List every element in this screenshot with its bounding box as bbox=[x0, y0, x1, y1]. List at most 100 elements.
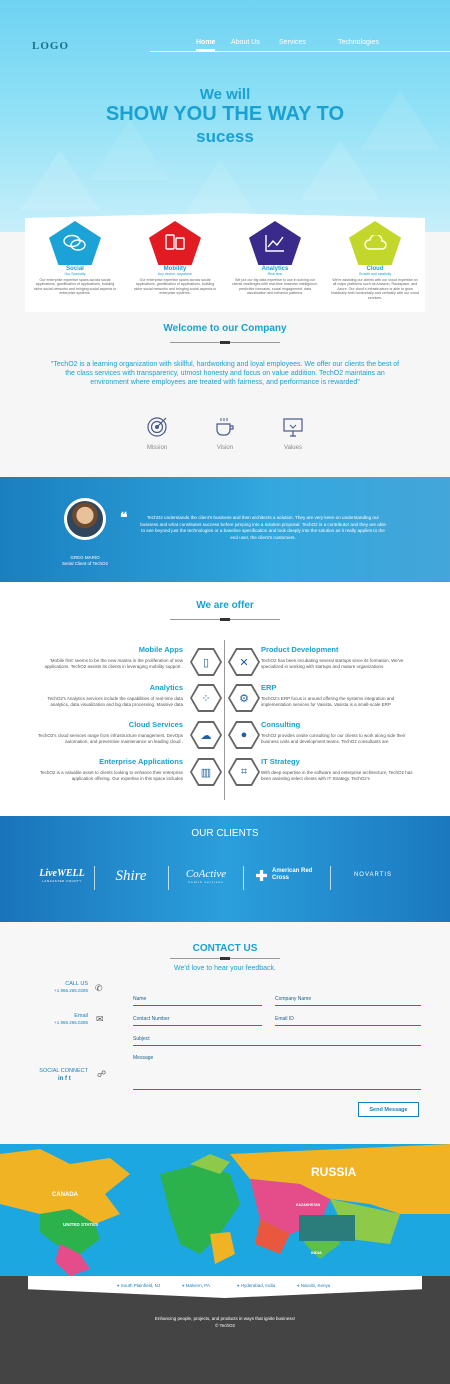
offer-right-text: TechO2's ERP focus is around offering th… bbox=[261, 696, 395, 707]
nav-about[interactable]: About Us bbox=[231, 39, 260, 46]
offer-timeline bbox=[224, 640, 225, 800]
coffee-cup-icon bbox=[205, 416, 245, 438]
location-label: Malvern, PA bbox=[185, 1283, 210, 1288]
speech-bubbles-icon: ● bbox=[230, 723, 258, 747]
offer-left-title: Mobile Apps bbox=[138, 645, 183, 654]
hero-line-2: SHOW YOU THE WAY TO bbox=[105, 103, 345, 125]
social-label: SOCIAL CONNECT bbox=[39, 1068, 88, 1074]
map-label-kazakhstan: KAZAKHSTAN bbox=[296, 1203, 321, 1207]
name-field[interactable]: Name bbox=[133, 996, 262, 1006]
clouds-icon: ☁ bbox=[192, 723, 220, 747]
offer-title: We are offer bbox=[196, 600, 254, 611]
offer-left-text: TechO2 is a valuable asset to clients lo… bbox=[39, 770, 183, 781]
footer-copyright: © TechO2 bbox=[215, 1323, 235, 1328]
company-field[interactable]: Company Name bbox=[275, 996, 421, 1006]
envelope-icon: ✉ bbox=[96, 1014, 104, 1024]
clients-title: OUR CLIENTS bbox=[191, 828, 259, 839]
client-divider bbox=[168, 866, 169, 890]
values-label: Values bbox=[284, 445, 302, 451]
nav-home[interactable]: Home bbox=[196, 39, 216, 51]
call-value[interactable]: +1 866.266.0286 bbox=[20, 988, 88, 993]
linkedin-icon[interactable]: in bbox=[58, 1076, 63, 1082]
offer-right-text: TechO2 provides onsite consulting for ou… bbox=[261, 733, 406, 744]
offer-left-title: Cloud Services bbox=[128, 720, 183, 729]
mission-item[interactable]: Mission bbox=[137, 416, 177, 451]
chart-icon bbox=[249, 221, 301, 265]
email-value[interactable]: +1 866.266.0286 bbox=[20, 1020, 88, 1025]
quote-icon: ❝ bbox=[120, 511, 128, 526]
social-links: in f t bbox=[58, 1076, 71, 1082]
contact-title: CONTACT US bbox=[192, 943, 258, 954]
offer-left-title: Enterprise Applications bbox=[99, 757, 183, 766]
feature-card-mobility[interactable]: Mobility Any device, anywhere Our enterp… bbox=[125, 213, 225, 312]
vision-item[interactable]: Vision bbox=[205, 416, 245, 451]
author-role: Serial Client of TechO2 bbox=[62, 561, 108, 566]
call-label: CALL US bbox=[65, 981, 88, 987]
location-4: ⌖ Nairobi, Kenya bbox=[297, 1283, 330, 1288]
testimonial-author: GREG MARIO Serial Client of TechO2 bbox=[40, 555, 130, 567]
phone-icon: ✆ bbox=[95, 983, 103, 993]
email-label: Email bbox=[74, 1013, 88, 1019]
chat-bubbles-icon bbox=[49, 221, 101, 265]
feature-text: We're assisting our clients with our clo… bbox=[331, 278, 419, 300]
feature-subtitle: Our Specialty bbox=[64, 272, 86, 276]
feature-cards: Social Our Specialty Our enterprise expe… bbox=[25, 213, 425, 312]
client-divider bbox=[243, 866, 244, 890]
buildings-icon: ▥ bbox=[192, 760, 220, 784]
nav-technologies[interactable]: Technologies bbox=[338, 39, 379, 46]
nav-services[interactable]: Services bbox=[279, 39, 306, 46]
location-label: Nairobi, Kenya bbox=[300, 1283, 331, 1288]
twitter-icon[interactable]: t bbox=[69, 1076, 71, 1082]
smartphone-icon: ▯ bbox=[192, 650, 220, 674]
location-label: South Plainfield, NJ bbox=[120, 1283, 161, 1288]
client-divider bbox=[94, 866, 95, 890]
message-field[interactable]: Message bbox=[133, 1055, 421, 1090]
avatar bbox=[64, 498, 106, 540]
contact-subtitle: We'd love to hear your feedback. bbox=[174, 965, 276, 972]
welcome-title: Welcome to our Company bbox=[163, 323, 287, 334]
mobile-devices-icon bbox=[149, 221, 201, 265]
client-sub: health services bbox=[188, 880, 224, 884]
logo[interactable]: LOGO bbox=[32, 40, 69, 52]
title-separator bbox=[170, 957, 280, 960]
offer-right-title: IT Strategy bbox=[261, 757, 300, 766]
offer-left-text: TechO2's Analytics services include the … bbox=[47, 696, 183, 707]
map-label-russia: RUSSIA bbox=[311, 1165, 357, 1179]
world-map bbox=[0, 1144, 450, 1276]
feature-text: Our enterprise expertise spans across so… bbox=[133, 278, 217, 296]
feature-card-cloud[interactable]: Cloud Growth and elasticity We're assist… bbox=[325, 213, 425, 312]
send-message-button[interactable]: Send Message bbox=[358, 1102, 419, 1117]
email-field[interactable]: Email ID bbox=[275, 1016, 421, 1026]
values-item[interactable]: Values bbox=[273, 416, 313, 451]
offer-right-title: Product Development bbox=[261, 645, 339, 654]
client-name: LiveWELL bbox=[39, 868, 85, 879]
client-logo-redcross: American Red Cross bbox=[272, 868, 313, 881]
location-1: ⌖ South Plainfield, NJ bbox=[117, 1283, 160, 1288]
subject-field[interactable]: Subject bbox=[133, 1036, 421, 1046]
map-label-us: UNITED STATES bbox=[63, 1222, 99, 1227]
feature-card-analytics[interactable]: Analytics Real time We put our big data … bbox=[225, 213, 325, 312]
feature-subtitle: Real time bbox=[267, 272, 283, 276]
location-2: ⌖ Malvern, PA bbox=[182, 1283, 210, 1288]
client-sub: LANCASTER COUNTY bbox=[42, 879, 82, 883]
map-popup bbox=[299, 1215, 355, 1241]
welcome-quote: "TechO2 is a learning organization with … bbox=[50, 361, 400, 386]
contact-number-field[interactable]: Contact Number bbox=[133, 1016, 262, 1026]
offer-right-text: TechO2 has been incubating several start… bbox=[261, 658, 404, 669]
map-label-canada: CANADA bbox=[52, 1192, 78, 1198]
client-divider bbox=[330, 866, 331, 890]
footer-tagline: Enhancing people, projects, and products… bbox=[154, 1316, 296, 1321]
feature-text: We put our big data expertise to use in … bbox=[232, 278, 318, 296]
feature-card-social[interactable]: Social Our Specialty Our enterprise expe… bbox=[25, 213, 125, 312]
map-label-india: INDIA bbox=[311, 1250, 322, 1255]
facebook-icon[interactable]: f bbox=[65, 1076, 67, 1082]
client-logo-coactive: CoActive health services bbox=[176, 868, 236, 884]
hero-line-3: sucess bbox=[196, 127, 254, 146]
client-logo-shire: Shire bbox=[115, 868, 147, 884]
client-name: CoActive bbox=[185, 868, 227, 880]
location-3: ⌖ Hyderabad, India bbox=[237, 1283, 275, 1288]
gear-list-icon: ⚙ bbox=[230, 686, 258, 710]
testimonial-text: TechO2 understands the client's business… bbox=[140, 515, 386, 540]
mission-label: Mission bbox=[146, 445, 168, 451]
title-separator bbox=[170, 618, 280, 621]
